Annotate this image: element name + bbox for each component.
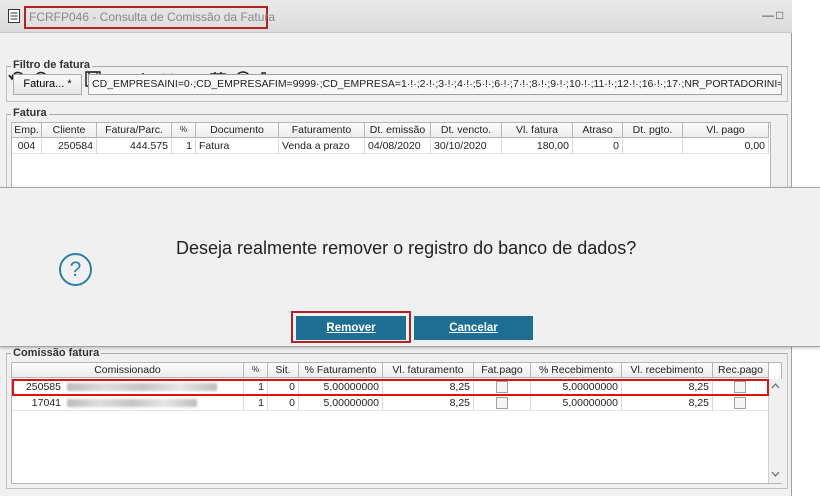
- fatura-table[interactable]: Emp. Cliente Fatura/Parc. % Documento Fa…: [11, 122, 771, 190]
- comissao-cell-vl-fat[interactable]: 8,25: [383, 396, 474, 411]
- col-pct[interactable]: %: [172, 123, 196, 138]
- col-vl-pago[interactable]: Vl. pago: [683, 123, 769, 138]
- col-fatura-parc[interactable]: Fatura/Parc.: [97, 123, 172, 138]
- rec-pago-checkbox[interactable]: [734, 397, 746, 409]
- fatura-cell-emp[interactable]: 004: [12, 139, 42, 154]
- title-bar: FCRFP046 - Consulta de Comissão da Fatur…: [0, 0, 792, 33]
- col-atraso[interactable]: Atraso: [573, 123, 623, 138]
- cancel-button[interactable]: Cancelar: [414, 316, 533, 340]
- comissao-cell-nome-redacted[interactable]: [64, 396, 244, 411]
- fatura-cell-documento[interactable]: Fatura: [196, 139, 279, 154]
- col-pct-faturamento[interactable]: % Faturamento: [299, 363, 383, 378]
- fatura-cell-dt-emissao[interactable]: 04/08/2020: [365, 139, 431, 154]
- remove-button[interactable]: Remover: [296, 316, 406, 340]
- fatura-cell-vl-pago[interactable]: 0,00: [683, 139, 769, 154]
- filter-group-label: Filtro de fatura: [11, 59, 93, 71]
- col-comissionado[interactable]: Comissionado: [12, 363, 244, 378]
- window-title: FCRFP046 - Consulta de Comissão da Fatur…: [24, 6, 275, 29]
- fatura-cell-cliente[interactable]: 250584: [42, 139, 97, 154]
- col-com-pct[interactable]: %: [244, 363, 268, 378]
- col-dt-vencto[interactable]: Dt. vencto.: [431, 123, 502, 138]
- comissao-cell-pct-fat[interactable]: 5,00000000: [299, 396, 383, 411]
- fatura-cell-atraso[interactable]: 0: [573, 139, 623, 154]
- fat-pago-checkbox[interactable]: [496, 397, 508, 409]
- dialog-message: Deseja realmente remover o registro do b…: [176, 238, 637, 258]
- comissao-cell-pct-rec[interactable]: 5,00000000: [531, 396, 622, 411]
- comissao-cell-pct[interactable]: 1: [244, 396, 268, 411]
- fatura-filter-button[interactable]: Fatura... *: [13, 74, 82, 95]
- col-dt-emissao[interactable]: Dt. emissão: [365, 123, 431, 138]
- col-pct-recebimento[interactable]: % Recebimento: [531, 363, 622, 378]
- document-icon: [8, 9, 20, 23]
- fatura-cell-vl-fatura[interactable]: 180,00: [502, 139, 573, 154]
- fatura-cell-dt-pgto[interactable]: [623, 139, 683, 154]
- minimize-button[interactable]: —: [762, 8, 774, 22]
- col-documento[interactable]: Documento: [196, 123, 279, 138]
- scroll-down-icon[interactable]: [771, 471, 780, 477]
- selected-row-highlight: [12, 379, 769, 396]
- filter-text-field[interactable]: CD_EMPRESAINI=0·;CD_EMPRESAFIM=9999·;CD_…: [88, 74, 782, 95]
- col-vl-faturamento[interactable]: Vl. faturamento: [383, 363, 474, 378]
- fatura-cell-dt-vencto[interactable]: 30/10/2020: [431, 139, 502, 154]
- col-rec-pago[interactable]: Rec.pago: [713, 363, 769, 378]
- question-icon: ?: [59, 253, 92, 286]
- comissao-cell-sit[interactable]: 0: [268, 396, 299, 411]
- fatura-cell-faturamento[interactable]: Venda a prazo: [279, 139, 365, 154]
- col-emp[interactable]: Emp.: [12, 123, 42, 138]
- fatura-cell-fatura-parc[interactable]: 444.575: [97, 139, 172, 154]
- fatura-group-label: Fatura: [11, 107, 49, 119]
- col-fat-pago[interactable]: Fat.pago: [474, 363, 531, 378]
- col-vl-recebimento[interactable]: Vl. recebimento: [622, 363, 713, 378]
- col-vl-fatura[interactable]: Vl. fatura: [502, 123, 573, 138]
- scroll-up-icon[interactable]: [771, 383, 780, 389]
- toolbar: ?: [0, 33, 792, 87]
- comissao-cell-vl-rec[interactable]: 8,25: [622, 396, 713, 411]
- restore-button[interactable]: □: [776, 8, 783, 22]
- col-dt-pgto[interactable]: Dt. pgto.: [623, 123, 683, 138]
- comissao-cell-codigo[interactable]: 17041: [12, 396, 64, 411]
- col-cliente[interactable]: Cliente: [42, 123, 97, 138]
- col-sit[interactable]: Sit.: [268, 363, 299, 378]
- fatura-cell-pct[interactable]: 1: [172, 139, 196, 154]
- comissao-group-label: Comissão fatura: [11, 347, 102, 359]
- col-faturamento[interactable]: Faturamento: [279, 123, 365, 138]
- comissao-scrollbar[interactable]: [768, 379, 782, 483]
